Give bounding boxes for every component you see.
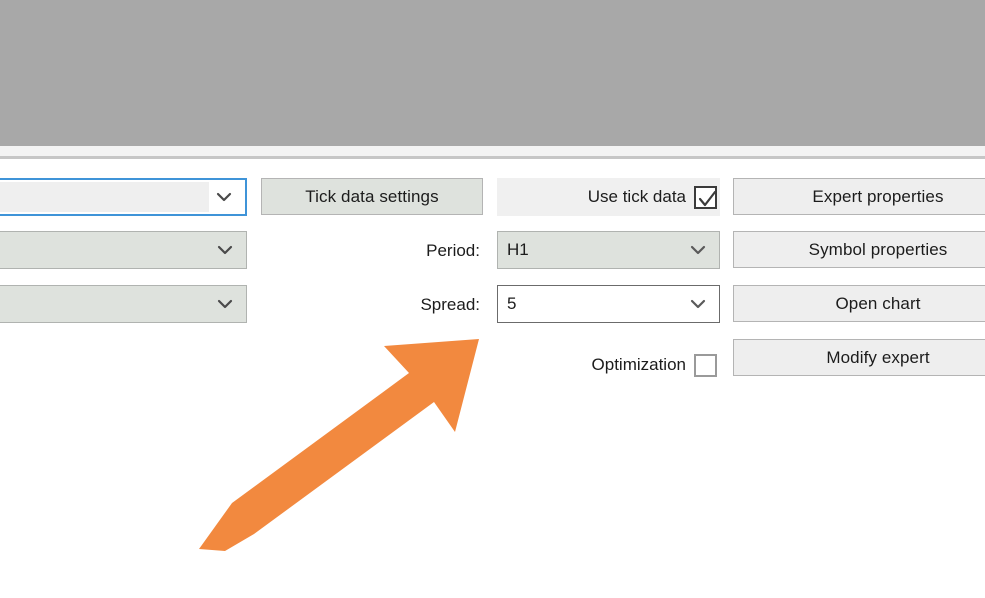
- modify-expert-button[interactable]: Modify expert: [733, 339, 985, 376]
- optimization-checkbox-row[interactable]: Optimization: [497, 346, 720, 384]
- chevron-down-icon: [689, 241, 707, 259]
- optimization-label: Optimization: [592, 355, 686, 375]
- spread-value: 5: [498, 294, 516, 314]
- chevron-down-icon: [216, 241, 234, 259]
- period-combo[interactable]: H1: [497, 231, 720, 269]
- top-gray-panel: [0, 0, 985, 146]
- use-tick-data-checkbox[interactable]: [694, 186, 717, 209]
- model-combo[interactable]: [0, 285, 247, 323]
- period-value: H1: [498, 240, 529, 260]
- app-window: Tick data settings Use tick data Period:…: [0, 0, 985, 598]
- chevron-down-icon: [216, 295, 234, 313]
- expert-properties-button[interactable]: Expert properties: [733, 178, 985, 215]
- spread-combo[interactable]: 5: [497, 285, 720, 323]
- chevron-down-icon: [689, 295, 707, 313]
- panel-gap: [0, 146, 985, 156]
- chevron-down-icon: [215, 188, 233, 206]
- expert-advisor-combo[interactable]: [0, 178, 247, 216]
- tick-data-settings-button[interactable]: Tick data settings: [261, 178, 483, 215]
- symbol-properties-button[interactable]: Symbol properties: [733, 231, 985, 268]
- use-tick-data-checkbox-row[interactable]: Use tick data: [497, 178, 720, 216]
- symbol-combo[interactable]: [0, 231, 247, 269]
- period-label: Period:: [300, 241, 480, 261]
- open-chart-button[interactable]: Open chart: [733, 285, 985, 322]
- optimization-checkbox[interactable]: [694, 354, 717, 377]
- check-icon: [695, 187, 720, 212]
- use-tick-data-label: Use tick data: [588, 187, 686, 207]
- tester-settings-form: Tick data settings Use tick data Period:…: [0, 159, 985, 598]
- expert-advisor-combo-field: [0, 182, 209, 212]
- spread-label: Spread:: [300, 295, 480, 315]
